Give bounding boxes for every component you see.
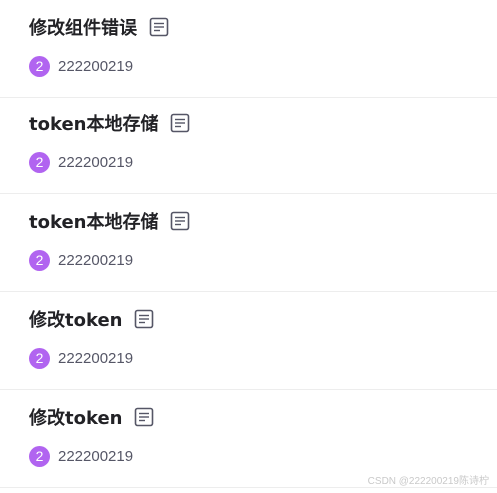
author-name[interactable]: 222200219 bbox=[58, 252, 133, 269]
item-title[interactable]: token本地存储 bbox=[29, 208, 158, 234]
item-title-row: 修改token bbox=[29, 306, 154, 332]
item-meta: 2 222200219 bbox=[29, 55, 133, 77]
list-item[interactable]: token本地存储 2 222200219 bbox=[0, 194, 497, 292]
item-title[interactable]: 修改组件错误 bbox=[29, 14, 137, 40]
document-icon[interactable] bbox=[134, 309, 154, 329]
level-badge: 2 bbox=[29, 445, 50, 467]
author-name[interactable]: 222200219 bbox=[58, 448, 133, 465]
item-meta: 2 222200219 bbox=[29, 249, 133, 271]
level-badge: 2 bbox=[29, 249, 50, 271]
document-icon[interactable] bbox=[134, 407, 154, 427]
list-item[interactable]: 修改token 2 222200219 bbox=[0, 292, 497, 390]
item-title[interactable]: 修改token bbox=[29, 306, 122, 332]
level-badge: 2 bbox=[29, 151, 50, 173]
item-title[interactable]: 修改token bbox=[29, 404, 122, 430]
document-icon[interactable] bbox=[170, 113, 190, 133]
item-meta: 2 222200219 bbox=[29, 151, 133, 173]
item-title-row: token本地存储 bbox=[29, 110, 190, 136]
item-title-row: 修改组件错误 bbox=[29, 14, 169, 40]
author-name[interactable]: 222200219 bbox=[58, 350, 133, 367]
commit-list: 修改组件错误 2 222200219 token本地存储 2 2 22200219… bbox=[0, 0, 497, 493]
list-item[interactable]: 修改组件错误 2 222200219 bbox=[0, 0, 497, 98]
level-badge: 2 bbox=[29, 55, 50, 77]
item-meta: 2 222200219 bbox=[29, 347, 133, 369]
item-meta: 2 222200219 bbox=[29, 445, 133, 467]
watermark: CSDN @222200219陈诗柠 bbox=[367, 476, 489, 487]
author-name[interactable]: 222200219 bbox=[58, 58, 133, 75]
level-badge: 2 bbox=[29, 347, 50, 369]
list-item[interactable]: token本地存储 2 222200219 bbox=[0, 96, 497, 194]
item-title-row: token本地存储 bbox=[29, 208, 190, 234]
item-title-row: 修改token bbox=[29, 404, 154, 430]
item-title[interactable]: token本地存储 bbox=[29, 110, 158, 136]
author-name[interactable]: 222200219 bbox=[58, 154, 133, 171]
document-icon[interactable] bbox=[170, 211, 190, 231]
document-icon[interactable] bbox=[149, 17, 169, 37]
